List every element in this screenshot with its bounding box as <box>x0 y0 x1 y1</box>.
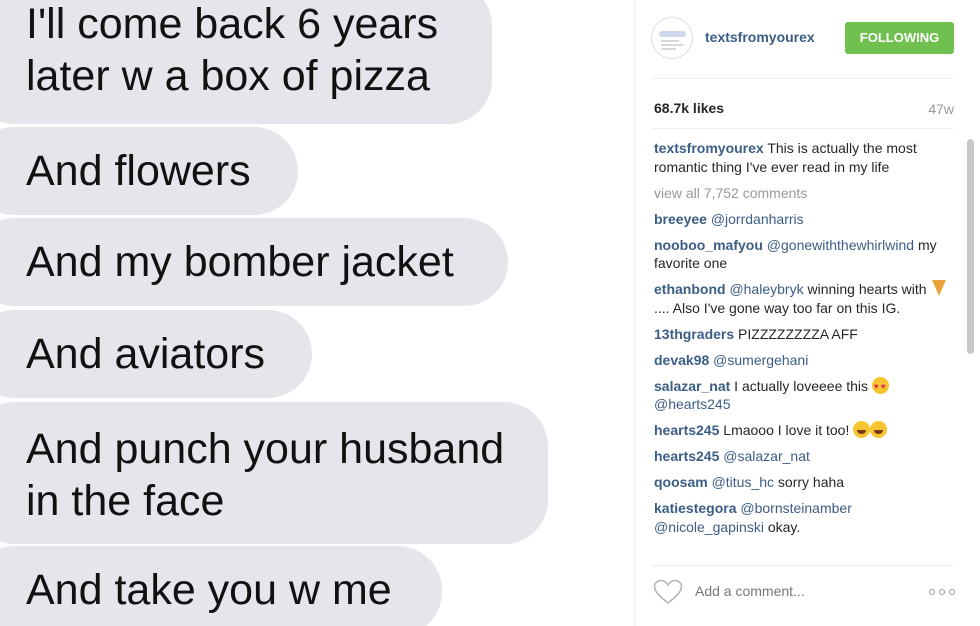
add-comment-input[interactable] <box>695 579 895 603</box>
comment-item: salazar_nat I actually loveeee this @hea… <box>654 376 954 414</box>
comment-item: qoosam @titus_hc sorry haha <box>654 473 954 492</box>
comment-item: devak98 @sumergehani <box>654 351 954 370</box>
comment-text: sorry haha <box>774 474 845 490</box>
comment-username[interactable]: nooboo_mafyou <box>654 237 763 253</box>
post-header: textsfromyourex FOLLOWING <box>635 0 980 78</box>
comment-mention[interactable]: @sumergehani <box>713 352 808 368</box>
message-bubble: And take you w me <box>0 546 442 626</box>
divider <box>652 128 954 129</box>
comment-username[interactable]: textsfromyourex <box>654 140 764 156</box>
more-options-icon[interactable] <box>929 588 957 596</box>
comment-mention[interactable]: @haleybryk <box>729 281 803 297</box>
post-image: I'll come back 6 years later w a box of … <box>0 0 634 626</box>
comment-username[interactable]: 13thgraders <box>654 326 734 342</box>
comment-item: hearts245 Lmaooo I love it too! <box>654 421 954 440</box>
comment-username[interactable]: hearts245 <box>654 422 719 438</box>
username-link[interactable]: textsfromyourex <box>705 29 815 45</box>
comment-text: winning hearts with <box>803 281 927 297</box>
comment-mention[interactable]: @bornsteinamber <box>740 500 852 516</box>
comment-username[interactable]: breeyee <box>654 211 707 227</box>
comment-mention[interactable]: @titus_hc <box>712 474 774 490</box>
comment-mention[interactable]: @jorrdanharris <box>711 211 804 227</box>
message-bubble: And my bomber jacket <box>0 218 508 306</box>
comment-username[interactable]: salazar_nat <box>654 378 730 394</box>
message-bubble: And flowers <box>0 127 298 215</box>
comment-mention[interactable]: @nicole_gapinski <box>654 519 764 535</box>
divider <box>652 78 954 79</box>
post-age[interactable]: 47w <box>928 101 954 117</box>
comment-item: hearts245 @salazar_nat <box>654 447 954 466</box>
comment-text: okay. <box>763 518 801 535</box>
likes-count[interactable]: 68.7k likes <box>654 100 724 116</box>
comments-scrollbar[interactable] <box>967 139 974 354</box>
comment-username[interactable]: devak98 <box>654 352 709 368</box>
message-bubble: And punch your husband in the face <box>0 402 548 544</box>
comment-item: 13thgraders PIZZZZZZZZA AFF <box>654 325 954 344</box>
heart-outline-icon[interactable] <box>653 579 683 605</box>
view-all-comments-link[interactable]: view all 7,752 comments <box>654 184 954 203</box>
comment-item: ethanbond @haleybryk winning hearts with… <box>654 280 954 317</box>
comment-text: Lmaooo I love it too! <box>719 422 850 438</box>
comment-mention[interactable]: @hearts245 <box>654 396 730 412</box>
comment-text: I actually loveeee this <box>730 377 869 394</box>
following-button[interactable]: FOLLOWING <box>845 22 954 54</box>
heart-eyes-emoji-icon <box>871 376 889 396</box>
comment-mention[interactable]: @gonewiththewhirlwind <box>767 237 914 253</box>
avatar[interactable] <box>651 17 693 59</box>
comment-item: katiestegora @bornsteinamber @nicole_gap… <box>654 499 954 536</box>
pizza-emoji-icon <box>932 280 947 296</box>
comment-text: PIZZZZZZZZA AFF <box>734 325 858 342</box>
laughing-emoji-icon <box>870 421 888 438</box>
comment-text: .... Also I've gone way too far on this … <box>654 299 901 316</box>
comments-list: textsfromyourex This is actually the mos… <box>654 139 954 555</box>
comment-item: breeyee @jorrdanharris <box>654 210 954 229</box>
laughing-emoji-icon <box>853 421 871 438</box>
comment-username[interactable]: katiestegora <box>654 500 736 516</box>
comment-item: nooboo_mafyou @gonewiththewhirlwind my f… <box>654 236 954 273</box>
add-comment-bar <box>635 566 980 626</box>
caption: textsfromyourex This is actually the mos… <box>654 139 954 176</box>
comment-username[interactable]: qoosam <box>654 474 708 490</box>
post-sidebar: textsfromyourex FOLLOWING 68.7k likes 47… <box>635 0 980 626</box>
comment-username[interactable]: hearts245 <box>654 448 719 464</box>
comment-username[interactable]: ethanbond <box>654 281 726 297</box>
message-bubble: And aviators <box>0 310 312 398</box>
comment-mention[interactable]: @salazar_nat <box>723 448 810 464</box>
message-bubble: I'll come back 6 years later w a box of … <box>0 0 492 124</box>
